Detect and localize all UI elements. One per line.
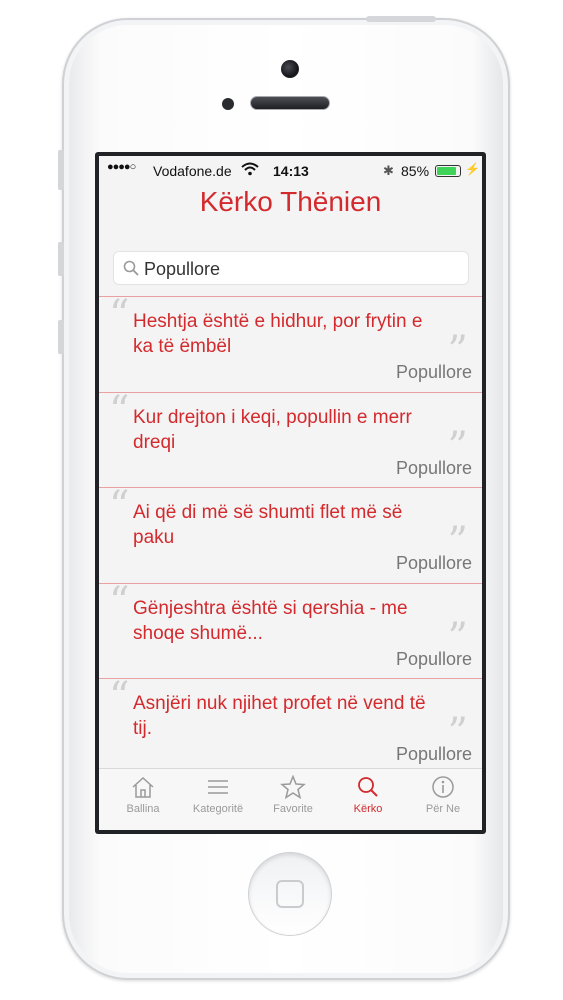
page-title: Kërko Thënien xyxy=(199,186,382,217)
screen-bezel: ●●●●○ Vodafone.de 14:13 ✱ 85% ⚡ Kërko Th… xyxy=(95,152,486,834)
tab-label: Favorite xyxy=(273,803,313,815)
quote-text: Kur drejton i keqi, popullin e merr dreq… xyxy=(133,406,412,453)
volume-up-button xyxy=(58,242,64,276)
app-screen: ●●●●○ Vodafone.de 14:13 ✱ 85% ⚡ Kërko Th… xyxy=(99,156,482,830)
quote-card[interactable]: “Gënjeshtra është si qershia - me shoqe … xyxy=(99,578,482,677)
open-quote-icon: “ xyxy=(109,387,130,434)
open-quote-icon: “ xyxy=(109,483,130,529)
quote-card[interactable]: “Asnjëri nuk njihet profet në vend të ti… xyxy=(99,674,482,772)
battery-percent: 85% xyxy=(401,163,430,179)
battery-level xyxy=(437,167,456,175)
quote-author: Popullore xyxy=(395,362,472,382)
power-button xyxy=(366,16,436,22)
quote-author: Popullore xyxy=(395,744,472,764)
signal-strength-icon: ●●●●○ xyxy=(107,161,136,173)
quote-author: Popullore xyxy=(395,553,472,573)
tab-label: Kategoritë xyxy=(192,803,244,815)
quote-text: Asnjëri nuk njihet profet në vend të tij… xyxy=(133,693,426,739)
tab-për-ne[interactable]: Për Ne xyxy=(405,775,481,827)
quote-card[interactable]: “Heshtja është e hidhur, por frytin e ka… xyxy=(99,292,482,390)
wifi-icon xyxy=(241,162,259,179)
quote-text: Heshtja është e hidhur, por frytin e ka … xyxy=(133,311,423,357)
front-camera xyxy=(281,60,299,78)
quote-text: Gënjeshtra është si qershia - me shoqe s… xyxy=(133,597,408,644)
proximity-sensor xyxy=(222,98,234,110)
home-button-icon xyxy=(276,880,304,908)
search-input[interactable] xyxy=(144,256,454,282)
open-quote-icon: “ xyxy=(109,674,130,720)
earpiece-speaker xyxy=(250,96,330,110)
quote-card[interactable]: “Ai që di më së shumti flet më së paku” P… xyxy=(99,483,482,581)
tab-label: Për Ne xyxy=(425,803,461,815)
quote-author: Popullore xyxy=(395,457,472,478)
battery-icon xyxy=(435,165,461,177)
tab-label: Ballina xyxy=(126,803,160,815)
home-icon xyxy=(105,775,181,799)
quote-text: Ai që di më së shumti flet më së paku xyxy=(133,502,403,548)
info-icon xyxy=(405,775,481,799)
tab-ballina[interactable]: Ballina xyxy=(105,775,181,827)
tab-kategoritë[interactable]: Kategoritë xyxy=(180,775,256,827)
tab-kërko[interactable]: Kërko xyxy=(330,775,406,827)
tab-label: Kërko xyxy=(353,803,383,815)
menu-icon xyxy=(180,775,256,799)
search-icon xyxy=(330,775,406,799)
quote-author: Popullore xyxy=(395,648,472,669)
search-icon xyxy=(123,260,139,276)
quote-card[interactable]: “Kur drejton i keqi, popullin e merr dre… xyxy=(99,387,482,486)
status-bar: ●●●●○ Vodafone.de 14:13 ✱ 85% ⚡ xyxy=(99,156,482,184)
home-button[interactable] xyxy=(248,852,332,936)
clock: 14:13 xyxy=(273,163,309,179)
mute-switch xyxy=(58,150,64,190)
charging-icon: ⚡ xyxy=(465,162,480,176)
tab-bar: Ballina Kategoritë Favorite Kërko Për Ne xyxy=(99,768,482,830)
search-bar[interactable] xyxy=(113,251,469,285)
tab-favorite[interactable]: Favorite xyxy=(255,775,331,827)
open-quote-icon: “ xyxy=(109,292,130,338)
open-quote-icon: “ xyxy=(109,578,130,625)
star-icon xyxy=(255,775,331,799)
volume-down-button xyxy=(58,320,64,354)
carrier-name: Vodafone.de xyxy=(153,163,232,179)
bluetooth-icon: ✱ xyxy=(383,163,394,178)
